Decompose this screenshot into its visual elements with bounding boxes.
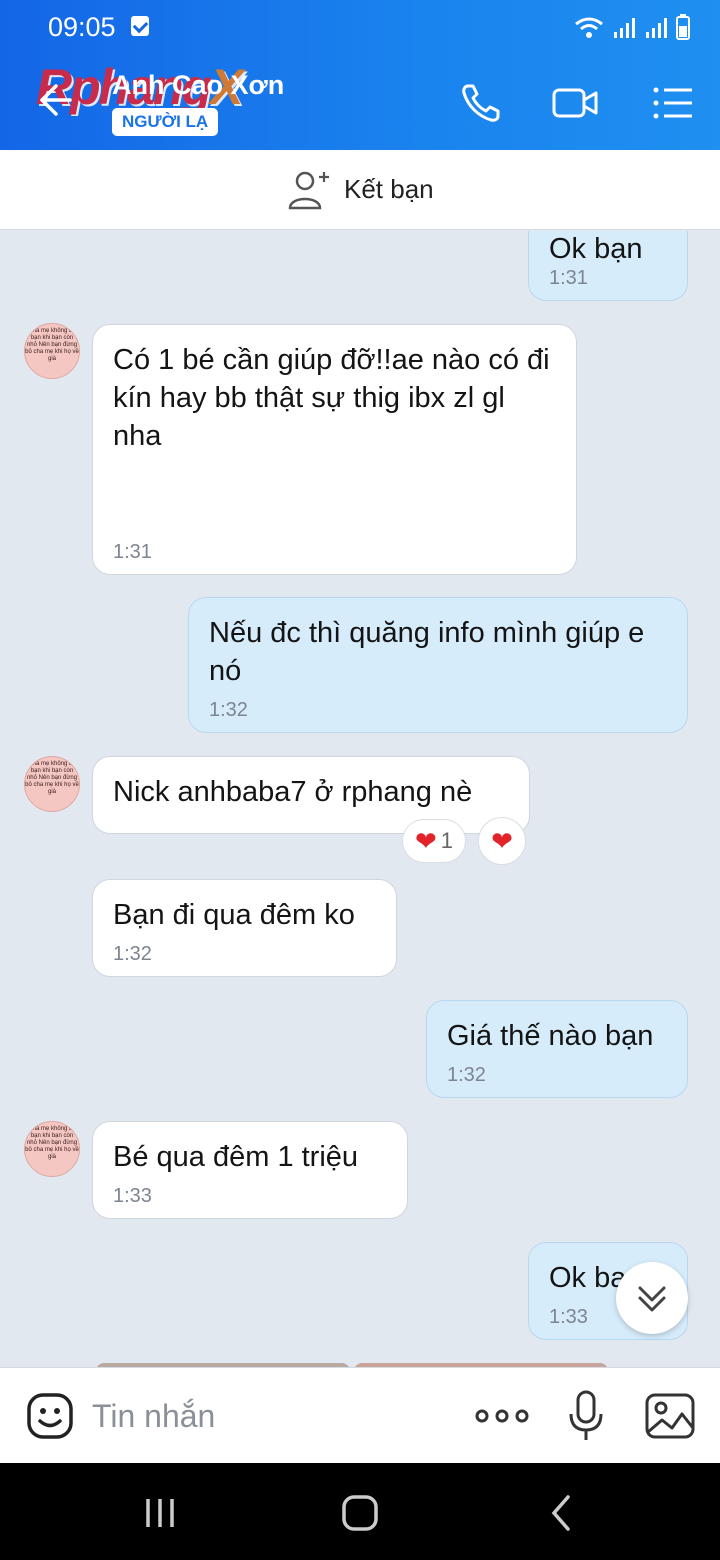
message-text: Giá thế nào bạn	[447, 1020, 654, 1052]
avatar[interactable]: Cha mẹ không bỏ bạn khi bạn còn nhỏ Nên …	[24, 323, 80, 379]
back-arrow-icon[interactable]	[34, 80, 74, 120]
heart-icon: ❤	[491, 825, 513, 856]
react-heart-button[interactable]: ❤	[478, 817, 526, 865]
menu-list-icon[interactable]	[648, 78, 698, 128]
heart-icon: ❤	[414, 825, 437, 856]
add-friend-label: Kết bạn	[344, 173, 434, 204]
reaction-count: 1	[440, 828, 454, 853]
home-icon[interactable]	[338, 1491, 382, 1535]
message-bubble-in[interactable]: Có 1 bé cần giúp đỡ!!ae nào có đi kín ha…	[92, 324, 577, 575]
message-text: Ok bạn	[549, 233, 643, 265]
message-bubble-out[interactable]: Ok bạn 1:31	[528, 231, 688, 301]
message-text: Nick anhbaba7 ở rphang nè	[113, 776, 473, 808]
signal-2-icon	[646, 18, 667, 38]
battery-icon	[676, 14, 690, 40]
status-time: 09:05	[48, 12, 116, 42]
video-camera-icon[interactable]	[550, 78, 600, 128]
add-friend-bar[interactable]: Kết bạn	[0, 150, 720, 230]
emoji-sticker-icon[interactable]	[26, 1392, 74, 1440]
image-gallery-icon[interactable]	[644, 1392, 696, 1440]
phone-icon[interactable]	[456, 78, 506, 128]
message-text: Nếu đc thì quăng info mình giúp e nó	[209, 617, 645, 687]
stranger-badge: NGƯỜI LẠ	[112, 108, 219, 136]
status-bar: 09:05	[0, 0, 720, 54]
message-time: 1:31	[113, 541, 152, 563]
message-bubble-in[interactable]: Bé qua đêm 1 triệu 1:33	[92, 1121, 408, 1219]
message-time: 1:31	[549, 267, 588, 289]
message-input-bar: Tin nhắn	[0, 1367, 720, 1463]
message-bubble-in[interactable]: Nick anhbaba7 ở rphang nè	[92, 756, 530, 834]
message-time: 1:32	[447, 1064, 486, 1086]
message-bubble-in[interactable]: Bạn đi qua đêm ko 1:32	[92, 879, 397, 977]
contact-name[interactable]: Anh Cao Xơn	[112, 70, 284, 101]
message-bubble-out[interactable]: Giá thế nào bạn 1:32	[426, 1000, 688, 1098]
chat-area[interactable]: Ok bạn 1:31 Cha mẹ không bỏ bạn khi bạn …	[0, 231, 720, 1367]
notification-check-icon	[131, 16, 149, 36]
status-icons	[574, 14, 690, 40]
back-icon[interactable]	[540, 1491, 584, 1535]
double-chevron-down-icon	[638, 1286, 666, 1312]
avatar[interactable]: Cha mẹ không bỏ bạn khi bạn còn nhỏ Nên …	[24, 756, 80, 812]
recent-apps-icon[interactable]	[138, 1491, 182, 1535]
system-nav-bar	[0, 1463, 720, 1560]
message-time: 1:32	[209, 699, 248, 721]
avatar[interactable]: Cha mẹ không bỏ bạn khi bạn còn nhỏ Nên …	[24, 1121, 80, 1177]
signal-icon	[614, 18, 635, 38]
message-time: 1:33	[113, 1185, 152, 1207]
add-friend-icon	[288, 171, 329, 210]
scroll-to-bottom-button[interactable]	[616, 1262, 688, 1334]
wifi-icon	[575, 17, 603, 38]
message-bubble-out[interactable]: Nếu đc thì quăng info mình giúp e nó 1:3…	[188, 597, 688, 733]
more-options-icon[interactable]	[474, 1400, 530, 1432]
microphone-icon[interactable]	[566, 1388, 606, 1444]
message-time: 1:33	[549, 1306, 588, 1328]
message-time: 1:32	[113, 943, 152, 965]
chat-header: RphangX Anh Cao Xơn NGƯỜI LẠ	[0, 54, 720, 150]
message-text: Bé qua đêm 1 triệu	[113, 1141, 359, 1173]
message-text: Có 1 bé cần giúp đỡ!!ae nào có đi kín ha…	[113, 344, 550, 452]
app-top-bar: 09:05 RphangX Anh Cao Xơn NGƯỜI LẠ	[0, 0, 720, 150]
message-text: Bạn đi qua đêm ko	[113, 899, 355, 931]
message-input[interactable]: Tin nhắn	[92, 1398, 215, 1435]
reaction-summary[interactable]: ❤ 1	[402, 819, 466, 863]
